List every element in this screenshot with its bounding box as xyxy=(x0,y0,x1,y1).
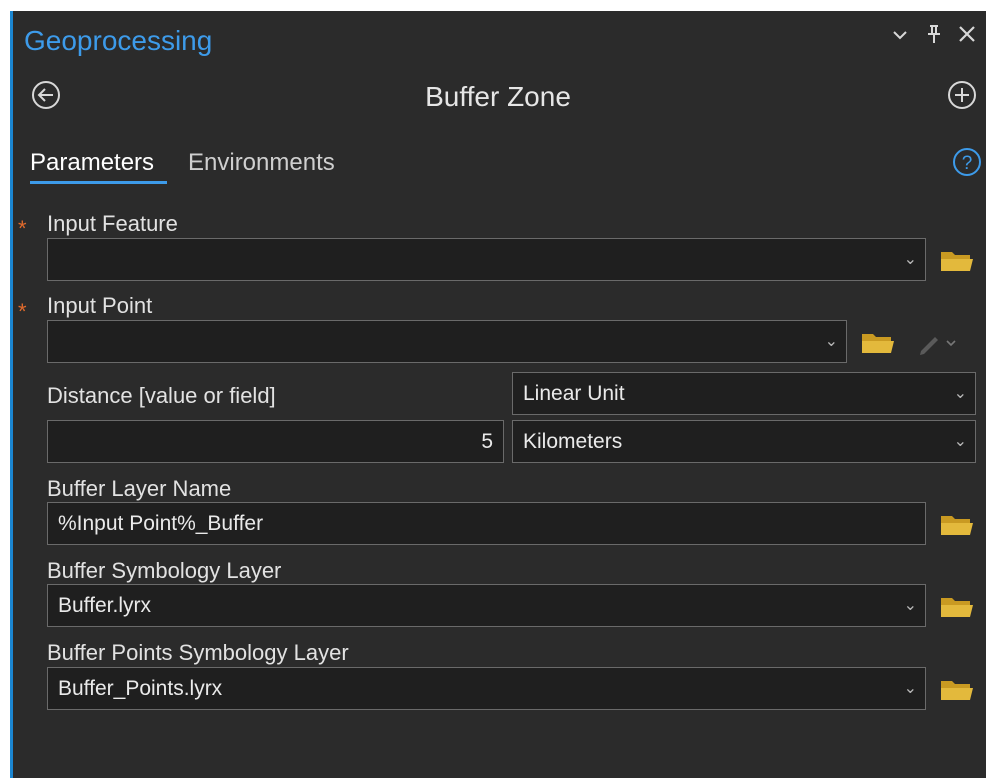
pencil-icon[interactable] xyxy=(915,331,959,355)
buffer-layer-name-input[interactable]: %Input Point%_Buffer xyxy=(47,502,926,545)
buffer-symbology-label: Buffer Symbology Layer xyxy=(47,558,282,583)
pin-icon[interactable] xyxy=(924,23,944,53)
folder-icon[interactable] xyxy=(940,594,974,620)
buffer-points-symbology-value: Buffer_Points.lyrx xyxy=(58,677,223,700)
tab-parameters[interactable]: Parameters xyxy=(30,149,154,177)
chevron-down-icon[interactable]: ⌄ xyxy=(904,585,917,626)
distance-unit-select[interactable]: Kilometers ⌄ xyxy=(512,420,976,463)
add-icon[interactable] xyxy=(946,79,978,111)
input-feature-label: Input Feature xyxy=(47,211,178,236)
pane-title: Geoprocessing xyxy=(24,25,213,56)
buffer-layer-name-label: Buffer Layer Name xyxy=(47,476,232,501)
distance-value-input[interactable]: 5 xyxy=(47,420,504,463)
required-marker: * xyxy=(18,216,27,241)
buffer-points-symbology-label: Buffer Points Symbology Layer xyxy=(47,640,349,665)
help-icon[interactable]: ? xyxy=(952,147,982,177)
chevron-down-icon[interactable]: ⌄ xyxy=(825,321,838,362)
input-point-select[interactable]: ⌄ xyxy=(47,320,847,363)
distance-type-select[interactable]: Linear Unit ⌄ xyxy=(512,372,976,415)
tab-active-indicator xyxy=(30,181,167,184)
required-marker: * xyxy=(18,299,27,324)
folder-icon[interactable] xyxy=(861,330,895,356)
distance-type-value: Linear Unit xyxy=(523,382,625,405)
geoprocessing-pane: Geoprocessing Buffer Zone Parameters Env… xyxy=(10,11,986,778)
close-icon[interactable] xyxy=(956,23,978,53)
tab-environments[interactable]: Environments xyxy=(188,149,335,177)
folder-icon[interactable] xyxy=(940,677,974,703)
folder-icon[interactable] xyxy=(940,248,974,274)
folder-icon[interactable] xyxy=(940,512,974,538)
chevron-down-icon[interactable]: ⌄ xyxy=(954,421,967,462)
chevron-down-icon[interactable]: ⌄ xyxy=(904,239,917,280)
buffer-symbology-value: Buffer.lyrx xyxy=(58,594,151,617)
distance-value: 5 xyxy=(481,430,493,453)
distance-label: Distance [value or field] xyxy=(47,383,276,408)
distance-unit-value: Kilometers xyxy=(523,430,623,453)
buffer-symbology-select[interactable]: Buffer.lyrx ⌄ xyxy=(47,584,926,627)
buffer-layer-name-value: %Input Point%_Buffer xyxy=(58,512,264,535)
input-point-label: Input Point xyxy=(47,293,153,318)
chevron-down-icon[interactable]: ⌄ xyxy=(904,668,917,709)
tool-name: Buffer Zone xyxy=(425,81,571,112)
pane-edge xyxy=(10,11,13,778)
input-feature-select[interactable]: ⌄ xyxy=(47,238,926,281)
chevron-down-icon[interactable]: ⌄ xyxy=(954,373,967,414)
svg-text:?: ? xyxy=(962,153,973,174)
buffer-points-symbology-select[interactable]: Buffer_Points.lyrx ⌄ xyxy=(47,667,926,710)
chevron-down-icon[interactable] xyxy=(890,23,910,53)
